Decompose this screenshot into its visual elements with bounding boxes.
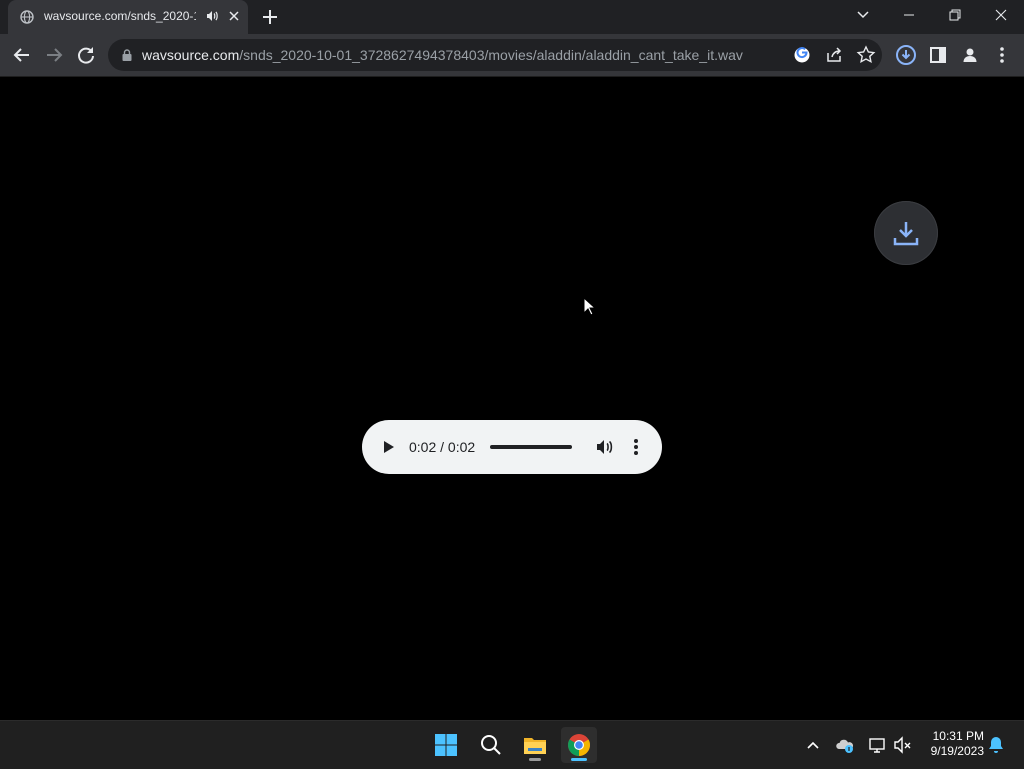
onedrive-icon[interactable] — [835, 735, 855, 755]
chevron-up-icon[interactable] — [803, 735, 823, 755]
browser-tab[interactable]: wavsource.com/snds_2020-1 — [8, 0, 248, 34]
clock-date: 9/19/2023 — [930, 744, 984, 758]
download-icon — [893, 222, 919, 246]
speaker-icon[interactable] — [204, 8, 220, 24]
bell-icon[interactable] — [987, 735, 1005, 755]
audio-progress-slider[interactable] — [490, 445, 572, 449]
url-path: /snds_2020-10-01_3728627494378403/movies… — [239, 47, 743, 63]
volume-muted-icon[interactable] — [893, 735, 913, 755]
menu-icon[interactable] — [988, 41, 1016, 69]
google-lens-icon[interactable] — [791, 44, 813, 66]
url-text[interactable]: wavsource.com/snds_2020-10-01_3728627494… — [142, 47, 743, 63]
mouse-cursor-icon — [583, 297, 597, 316]
url-host: wavsource.com — [142, 47, 240, 63]
taskbar-search-button[interactable] — [473, 727, 509, 763]
close-icon[interactable] — [978, 0, 1024, 30]
tab-search-icon[interactable] — [850, 4, 876, 26]
address-bar[interactable]: wavsource.com/snds_2020-10-01_3728627494… — [108, 39, 882, 71]
search-icon — [481, 735, 501, 755]
side-panel-icon[interactable] — [924, 41, 952, 69]
active-indicator — [571, 758, 587, 761]
page-content: 0:02 / 0:02 — [0, 77, 1024, 720]
audio-time: 0:02 / 0:02 — [409, 439, 476, 455]
restore-icon[interactable] — [932, 0, 978, 30]
download-button[interactable] — [874, 201, 938, 265]
profile-icon[interactable] — [956, 41, 984, 69]
more-options-icon[interactable] — [628, 437, 644, 457]
taskbar-chrome[interactable] — [561, 727, 597, 763]
reload-icon[interactable] — [72, 41, 100, 69]
chrome-icon — [568, 734, 590, 756]
minimize-icon[interactable] — [886, 0, 932, 30]
windows-taskbar: 10:31 PM 9/19/2023 — [0, 720, 1024, 769]
star-icon[interactable] — [855, 44, 877, 66]
lock-icon[interactable] — [120, 48, 134, 62]
windows-start-icon — [435, 734, 457, 756]
taskbar-clock[interactable]: 10:31 PM 9/19/2023 — [918, 729, 984, 759]
running-indicator — [529, 758, 541, 761]
start-button[interactable] — [428, 727, 464, 763]
play-icon[interactable] — [380, 439, 396, 455]
back-icon[interactable] — [8, 41, 36, 69]
clock-time: 10:31 PM — [932, 729, 984, 743]
audio-player: 0:02 / 0:02 — [362, 420, 662, 474]
forward-icon[interactable] — [40, 41, 68, 69]
browser-toolbar: wavsource.com/snds_2020-10-01_3728627494… — [0, 34, 1024, 77]
new-tab-icon[interactable] — [258, 5, 282, 29]
taskbar-file-explorer[interactable] — [517, 727, 553, 763]
network-icon[interactable] — [867, 735, 887, 755]
download-icon[interactable] — [892, 41, 920, 69]
tab-close-icon[interactable] — [226, 8, 242, 24]
tab-title: wavsource.com/snds_2020-1 — [44, 9, 196, 23]
share-icon[interactable] — [823, 44, 845, 66]
browser-title-bar: wavsource.com/snds_2020-1 — [0, 0, 1024, 34]
file-explorer-icon — [524, 738, 546, 754]
globe-icon — [20, 10, 34, 24]
volume-icon[interactable] — [594, 437, 614, 457]
